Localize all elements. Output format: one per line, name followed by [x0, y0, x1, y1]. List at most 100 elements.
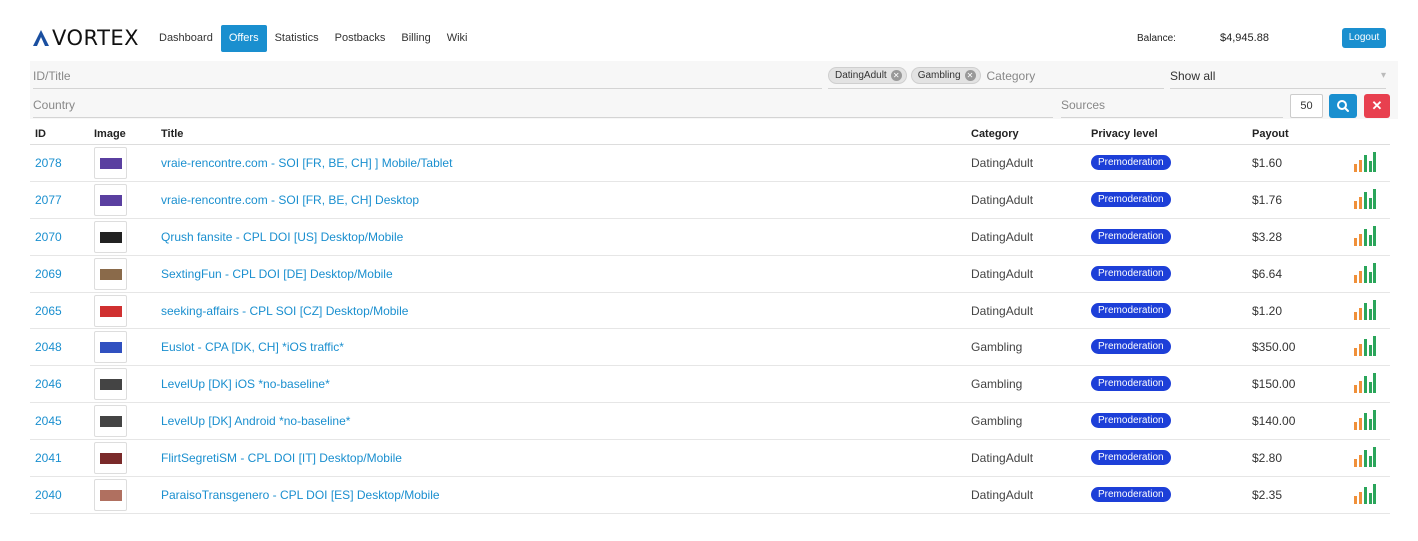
table-row: 2041 FlirtSegretiSM - CPL DOI [IT] Deskto… [30, 440, 1390, 478]
offer-id-link[interactable]: 2045 [35, 414, 62, 428]
close-icon: ✕ [1371, 98, 1383, 113]
privacy-badge: Premoderation [1091, 376, 1171, 392]
clear-filters-button[interactable]: ✕ [1364, 94, 1390, 118]
balance-label: Balance: [1137, 33, 1176, 44]
nav-billing[interactable]: Billing [393, 25, 438, 52]
chevron-down-icon: ▾ [1380, 70, 1386, 81]
thumbnail-image [100, 490, 122, 502]
offer-title-link[interactable]: Euslot - CPA [DK, CH] *iOS traffic* [161, 340, 344, 354]
bar-chart-icon[interactable] [1353, 336, 1377, 357]
table-row: 2077 vraie-rencontre.com - SOI [FR, BE, C… [30, 182, 1390, 219]
offer-thumbnail [94, 147, 127, 179]
offer-thumbnail [94, 405, 127, 438]
thumbnail-image [100, 342, 122, 354]
country-input[interactable]: Country [33, 92, 1053, 118]
nav-offers[interactable]: Offers [220, 25, 267, 52]
offer-id-link[interactable]: 2048 [35, 340, 62, 354]
nav-postbacks[interactable]: Postbacks [327, 25, 394, 52]
privacy-badge: Premoderation [1091, 302, 1171, 318]
per-page-input[interactable]: 50 [1290, 94, 1323, 118]
table-row: 2046 LevelUp [DK] iOS *no-baseline* Gambli… [30, 366, 1390, 404]
offer-id-link[interactable]: 2078 [35, 156, 62, 170]
category-chip-datingadult: DatingAdult ✕ [828, 67, 907, 84]
privacy-badge: Premoderation [1091, 339, 1171, 355]
offer-title-link[interactable]: vraie-rencontre.com - SOI [FR, BE, CH] D… [161, 193, 419, 207]
offer-thumbnail [94, 294, 127, 327]
vortex-logo[interactable]: VORTEX [32, 27, 139, 49]
offer-payout: $6.64 [1252, 266, 1283, 281]
col-title[interactable]: Title [161, 128, 183, 140]
nav-statistics[interactable]: Statistics [267, 25, 327, 52]
offer-payout: $150.00 [1252, 377, 1296, 392]
offer-id-link[interactable]: 2040 [35, 488, 62, 502]
offer-thumbnail [94, 479, 127, 512]
privacy-badge: Premoderation [1091, 228, 1171, 244]
offer-category: DatingAdult [971, 303, 1034, 318]
offer-payout: $2.35 [1252, 488, 1283, 503]
bar-chart-icon[interactable] [1353, 484, 1377, 505]
thumbnail-image [100, 231, 122, 243]
thumbnail-image [100, 194, 122, 206]
bar-chart-icon[interactable] [1353, 447, 1377, 468]
privacy-badge: Premoderation [1091, 155, 1171, 170]
sources-input[interactable]: Sources [1061, 92, 1283, 118]
remove-chip-icon[interactable]: ✕ [890, 70, 902, 81]
thumbnail-image [100, 268, 122, 280]
col-privacy[interactable]: Privacy level [1091, 128, 1158, 140]
offer-title-link[interactable]: ParaisoTransgenero - CPL DOI [ES] Deskto… [161, 488, 440, 502]
offer-id-link[interactable]: 2077 [35, 193, 62, 207]
col-payout[interactable]: Payout [1252, 128, 1289, 140]
offer-category: DatingAdult [971, 156, 1034, 170]
privacy-badge: Premoderation [1091, 450, 1171, 466]
offer-payout: $2.80 [1252, 451, 1283, 466]
col-category[interactable]: Category [971, 128, 1019, 140]
offer-category: DatingAdult [971, 266, 1034, 281]
offer-title-link[interactable]: LevelUp [DK] iOS *no-baseline* [161, 377, 330, 391]
table-row: 2040 ParaisoTransgenero - CPL DOI [ES] De… [30, 477, 1390, 514]
col-image: Image [94, 128, 126, 140]
offer-category: DatingAdult [971, 229, 1034, 244]
privacy-badge: Premoderation [1091, 413, 1171, 429]
offer-payout: $3.28 [1252, 229, 1283, 244]
offer-title-link[interactable]: LevelUp [DK] Android *no-baseline* [161, 414, 350, 428]
offer-category: DatingAdult [971, 488, 1034, 503]
offer-category: DatingAdult [971, 192, 1034, 207]
bar-chart-icon[interactable] [1353, 410, 1377, 431]
offer-title-link[interactable]: Qrush fansite - CPL DOI [US] Desktop/Mob… [161, 230, 403, 244]
bar-chart-icon[interactable] [1353, 225, 1377, 246]
bar-chart-icon[interactable] [1353, 152, 1377, 172]
col-id[interactable]: ID [35, 128, 46, 140]
search-button[interactable] [1329, 94, 1357, 118]
offer-category: Gambling [971, 377, 1023, 392]
id-title-input[interactable]: ID/Title [33, 63, 822, 89]
bar-chart-icon[interactable] [1353, 188, 1377, 209]
offer-id-link[interactable]: 2041 [35, 451, 62, 465]
offer-thumbnail [94, 220, 127, 253]
category-select[interactable]: DatingAdult ✕ Gambling ✕ Category [828, 63, 1164, 89]
privacy-badge: Premoderation [1091, 191, 1171, 207]
offer-title-link[interactable]: vraie-rencontre.com - SOI [FR, BE, CH] ]… [161, 156, 452, 170]
category-placeholder: Category [986, 68, 1036, 83]
bar-chart-icon[interactable] [1353, 299, 1377, 320]
offer-id-link[interactable]: 2046 [35, 377, 62, 391]
offer-payout: $350.00 [1252, 340, 1296, 355]
bar-chart-icon[interactable] [1353, 262, 1377, 283]
nav-dashboard[interactable]: Dashboard [151, 25, 221, 52]
offer-id-link[interactable]: 2065 [35, 304, 62, 318]
remove-chip-icon[interactable]: ✕ [964, 70, 976, 81]
offer-title-link[interactable]: SextingFun - CPL DOI [DE] Desktop/Mobile [161, 267, 393, 281]
offer-title-link[interactable]: FlirtSegretiSM - CPL DOI [IT] Desktop/Mo… [161, 451, 402, 465]
offer-title-link[interactable]: seeking-affairs - CPL SOI [CZ] Desktop/M… [161, 304, 408, 318]
table-row: 2069 SextingFun - CPL DOI [DE] Desktop/Mo… [30, 256, 1390, 293]
nav-wiki[interactable]: Wiki [439, 25, 476, 52]
offer-thumbnail [94, 331, 127, 364]
offer-payout: $1.60 [1252, 156, 1283, 170]
show-select[interactable]: Show all ▾ [1170, 63, 1386, 89]
offer-id-link[interactable]: 2069 [35, 267, 62, 281]
offer-id-link[interactable]: 2070 [35, 230, 62, 244]
thumbnail-image [100, 305, 122, 317]
bar-chart-icon[interactable] [1353, 373, 1377, 394]
table-row: 2045 LevelUp [DK] Android *no-baseline* Ga… [30, 403, 1390, 441]
offer-thumbnail [94, 442, 127, 475]
logout-button[interactable]: Logout [1342, 28, 1386, 48]
